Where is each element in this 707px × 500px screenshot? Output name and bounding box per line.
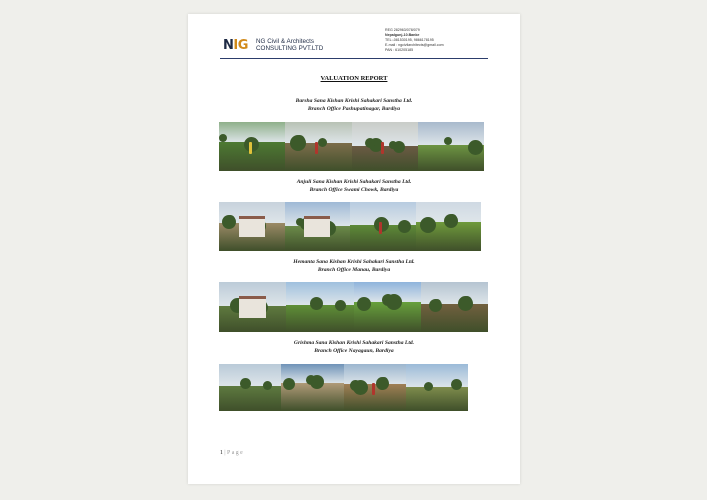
tree-shape bbox=[450, 379, 462, 391]
office-branch: Branch Office Pashupatinagar, Bardiya bbox=[307, 105, 401, 112]
office-branch: Branch Office Manau, Bardiya bbox=[317, 266, 391, 273]
office-name: Hemanta Sana Kishan Krishi Sahakari Sans… bbox=[293, 259, 415, 265]
tree-shape bbox=[349, 379, 361, 391]
report-title: VALUATION REPORT bbox=[320, 75, 388, 82]
building-shape bbox=[239, 296, 267, 318]
company-name: NG Civil & Architects CONSULTING PVT.LTD bbox=[256, 38, 323, 52]
office-caption: Barsha Sana Kishan Krishi Sahakari Sanst… bbox=[188, 98, 520, 113]
photo-strip bbox=[219, 122, 484, 171]
site-photo bbox=[285, 122, 352, 171]
office-caption: Grishma Sana Kishan Krishi Sahakari Sans… bbox=[188, 340, 520, 355]
tree-shape bbox=[444, 213, 459, 228]
tree-shape bbox=[296, 217, 305, 226]
tree-shape bbox=[457, 295, 473, 311]
building-shape bbox=[304, 215, 331, 238]
site-photo bbox=[350, 202, 416, 251]
tree-shape bbox=[428, 298, 442, 312]
person-figure bbox=[315, 141, 319, 154]
page-label: Page bbox=[226, 450, 245, 456]
company-name-line1: NG Civil & Architects bbox=[256, 38, 315, 45]
tree-shape bbox=[381, 294, 394, 306]
header-divider bbox=[220, 58, 488, 60]
site-photo bbox=[219, 282, 287, 332]
tree-shape bbox=[443, 136, 452, 145]
tree-shape bbox=[356, 297, 371, 311]
site-photo bbox=[219, 364, 282, 411]
building-shape bbox=[238, 215, 265, 238]
site-photo bbox=[281, 364, 344, 411]
site-photo bbox=[353, 282, 421, 332]
tree-shape bbox=[219, 133, 227, 142]
site-photo bbox=[219, 202, 285, 251]
office-caption: Hemanta Sana Kishan Krishi Sahakari Sans… bbox=[188, 259, 520, 274]
tree-shape bbox=[289, 135, 306, 152]
contact-line: PAN : 610205185 bbox=[385, 48, 414, 52]
person-figure bbox=[371, 382, 375, 395]
person-figure bbox=[248, 141, 252, 154]
tree-shape bbox=[468, 139, 484, 155]
office-caption: Anjuli Sana Kishan Krishi Sahakari Sanst… bbox=[188, 179, 520, 194]
contact-block: REG 282963/078/079 Nepalgunj-10.Banke TEL:… bbox=[385, 28, 444, 53]
tree-shape bbox=[262, 380, 272, 390]
office-branch: Branch Office Swami Chowk, Bardiya bbox=[309, 186, 399, 193]
site-photo bbox=[284, 202, 350, 251]
site-photo bbox=[415, 202, 481, 251]
page-separator: | bbox=[224, 450, 226, 456]
site-photo bbox=[286, 282, 354, 332]
site-photo bbox=[219, 122, 286, 171]
tree-shape bbox=[334, 300, 346, 311]
company-logo: NIG bbox=[223, 38, 248, 53]
person-figure bbox=[381, 141, 385, 154]
tree-shape bbox=[364, 137, 375, 148]
document-page: NIG NG Civil & Architects CONSULTING PVT… bbox=[188, 14, 520, 484]
tree-shape bbox=[309, 297, 323, 310]
site-photo bbox=[405, 364, 468, 411]
site-photo bbox=[343, 364, 406, 411]
tree-shape bbox=[389, 140, 398, 149]
company-name-line2: CONSULTING PVT.LTD bbox=[256, 45, 324, 52]
tree-shape bbox=[420, 216, 437, 233]
office-name: Anjuli Sana Kishan Krishi Sahakari Sanst… bbox=[296, 179, 412, 185]
page-footer: 1 | Page bbox=[220, 450, 244, 456]
office-branch: Branch Office Nayagaun, Bardiya bbox=[314, 347, 394, 354]
page-number: 1 bbox=[220, 450, 223, 456]
photo-strip bbox=[219, 364, 468, 411]
tree-shape bbox=[239, 378, 251, 390]
photo-strip bbox=[219, 282, 488, 332]
site-photo bbox=[417, 122, 484, 171]
site-photo bbox=[420, 282, 488, 332]
site-photo bbox=[351, 122, 418, 171]
photo-strip bbox=[219, 202, 481, 251]
office-name: Grishma Sana Kishan Krishi Sahakari Sans… bbox=[293, 340, 415, 346]
tree-shape bbox=[423, 381, 433, 391]
office-name: Barsha Sana Kishan Krishi Sahakari Sanst… bbox=[295, 98, 413, 104]
